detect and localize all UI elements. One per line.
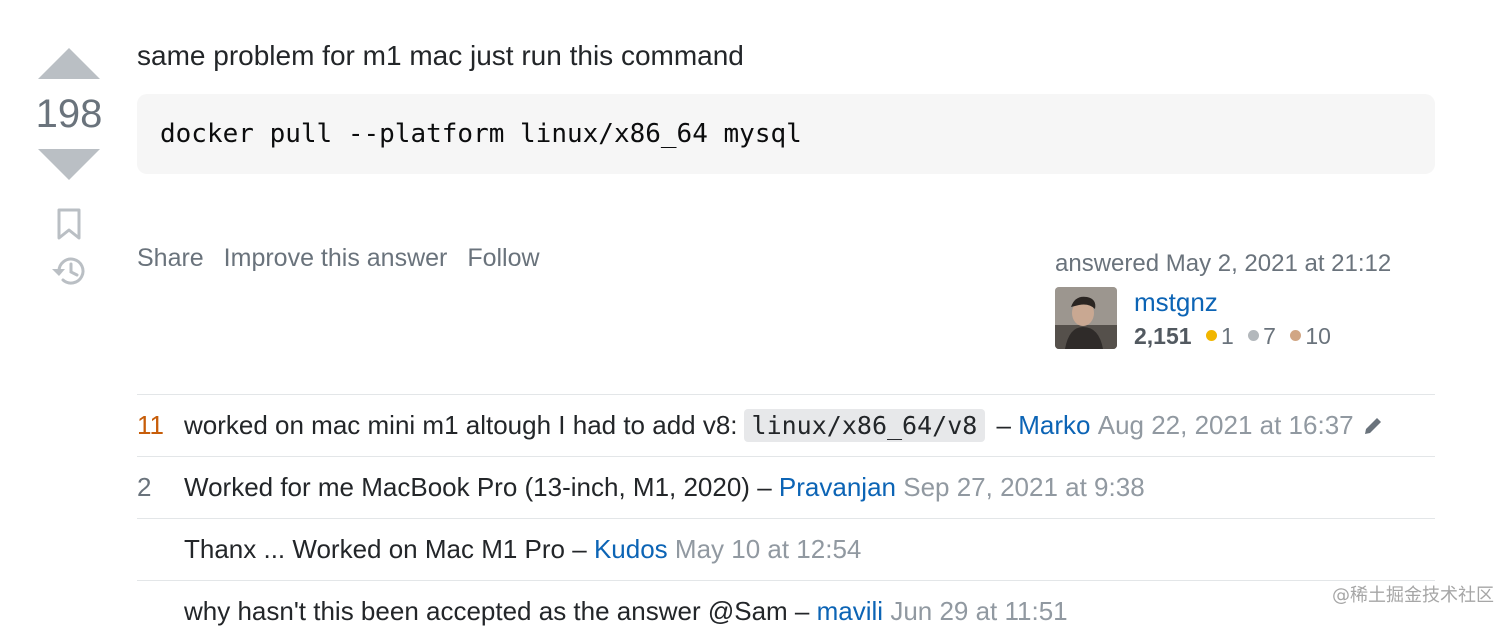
comment-user-link[interactable]: Kudos xyxy=(594,534,668,565)
comment-separator: – xyxy=(572,534,587,564)
bookmark-icon[interactable] xyxy=(56,208,82,240)
history-icon[interactable] xyxy=(50,254,88,288)
follow-link[interactable]: Follow xyxy=(467,244,539,272)
comment-separator: – xyxy=(757,472,772,502)
avatar-image xyxy=(1055,287,1117,349)
comment-separator: – xyxy=(996,410,1012,440)
user-name-link[interactable]: mstgnz xyxy=(1134,287,1331,317)
bronze-badge-icon xyxy=(1290,330,1302,342)
watermark: @稀土掘金技术社区 xyxy=(1332,585,1494,606)
comment-text: Worked for me MacBook Pro (13-inch, M1, … xyxy=(184,472,750,502)
comment-text: worked on mac mini m1 altough I had to a… xyxy=(184,410,738,440)
answer-text: same problem for m1 mac just run this co… xyxy=(137,40,744,71)
comment-user-link[interactable]: Pravanjan xyxy=(779,472,896,503)
vote-up-icon[interactable] xyxy=(37,46,101,80)
comment-date: May 10 at 12:54 xyxy=(674,534,862,564)
reputation-score: 2,151 xyxy=(1134,323,1192,349)
gold-badge-icon xyxy=(1205,330,1217,342)
comment-item: 11 worked on mac mini m1 altough I had t… xyxy=(137,395,1435,457)
comment-item: 2 Worked for me MacBook Pro (13-inch, M1… xyxy=(137,457,1435,519)
avatar[interactable] xyxy=(1055,287,1117,349)
comment-text: why hasn't this been accepted as the ans… xyxy=(184,596,788,626)
comment-user-link[interactable]: mavili xyxy=(817,596,883,627)
comment-text: Thanx ... Worked on Mac M1 Pro xyxy=(184,534,565,564)
answer-body: same problem for m1 mac just run this co… xyxy=(137,40,1435,174)
vote-down-icon[interactable] xyxy=(37,148,101,182)
user-row: mstgnz 2,151 1 7 10 xyxy=(1055,287,1435,350)
reputation-line: 2,151 1 7 10 xyxy=(1134,323,1331,350)
comment-item: Thanx ... Worked on Mac M1 Pro – Kudos M… xyxy=(137,519,1435,581)
vote-count: 198 xyxy=(35,92,103,136)
comment-score: 2 xyxy=(137,472,152,502)
bronze-badge: 10 xyxy=(1290,323,1331,349)
comment-date: Sep 27, 2021 at 9:38 xyxy=(903,472,1145,502)
gold-badge: 1 xyxy=(1205,323,1234,349)
user-details: mstgnz 2,151 1 7 10 xyxy=(1134,287,1331,350)
user-card: answered May 2, 2021 at 21:12 mstgnz 2,1… xyxy=(1055,250,1435,350)
silver-badge-icon xyxy=(1248,330,1260,342)
post-menu: Share Improve this answer Follow xyxy=(137,244,553,273)
comment-code: linux/x86_64/v8 xyxy=(743,409,986,442)
comment-user-link[interactable]: Marko xyxy=(1018,410,1090,441)
comment-item: why hasn't this been accepted as the ans… xyxy=(137,581,1435,642)
improve-answer-link[interactable]: Improve this answer xyxy=(224,244,448,272)
silver-badge: 7 xyxy=(1248,323,1276,349)
comment-date: Jun 29 at 11:51 xyxy=(890,596,1068,626)
comment-date: Aug 22, 2021 at 16:37 xyxy=(1097,410,1354,440)
vote-cell: 198 xyxy=(34,46,104,288)
code-block: docker pull --platform linux/x86_64 mysq… xyxy=(137,94,1435,174)
share-link[interactable]: Share xyxy=(137,244,204,272)
comment-separator: – xyxy=(794,596,810,626)
comments-list: 11 worked on mac mini m1 altough I had t… xyxy=(137,394,1435,642)
comment-score: 11 xyxy=(137,410,164,440)
user-action-time: answered May 2, 2021 at 21:12 xyxy=(1055,250,1392,277)
pencil-icon[interactable] xyxy=(1362,415,1384,437)
